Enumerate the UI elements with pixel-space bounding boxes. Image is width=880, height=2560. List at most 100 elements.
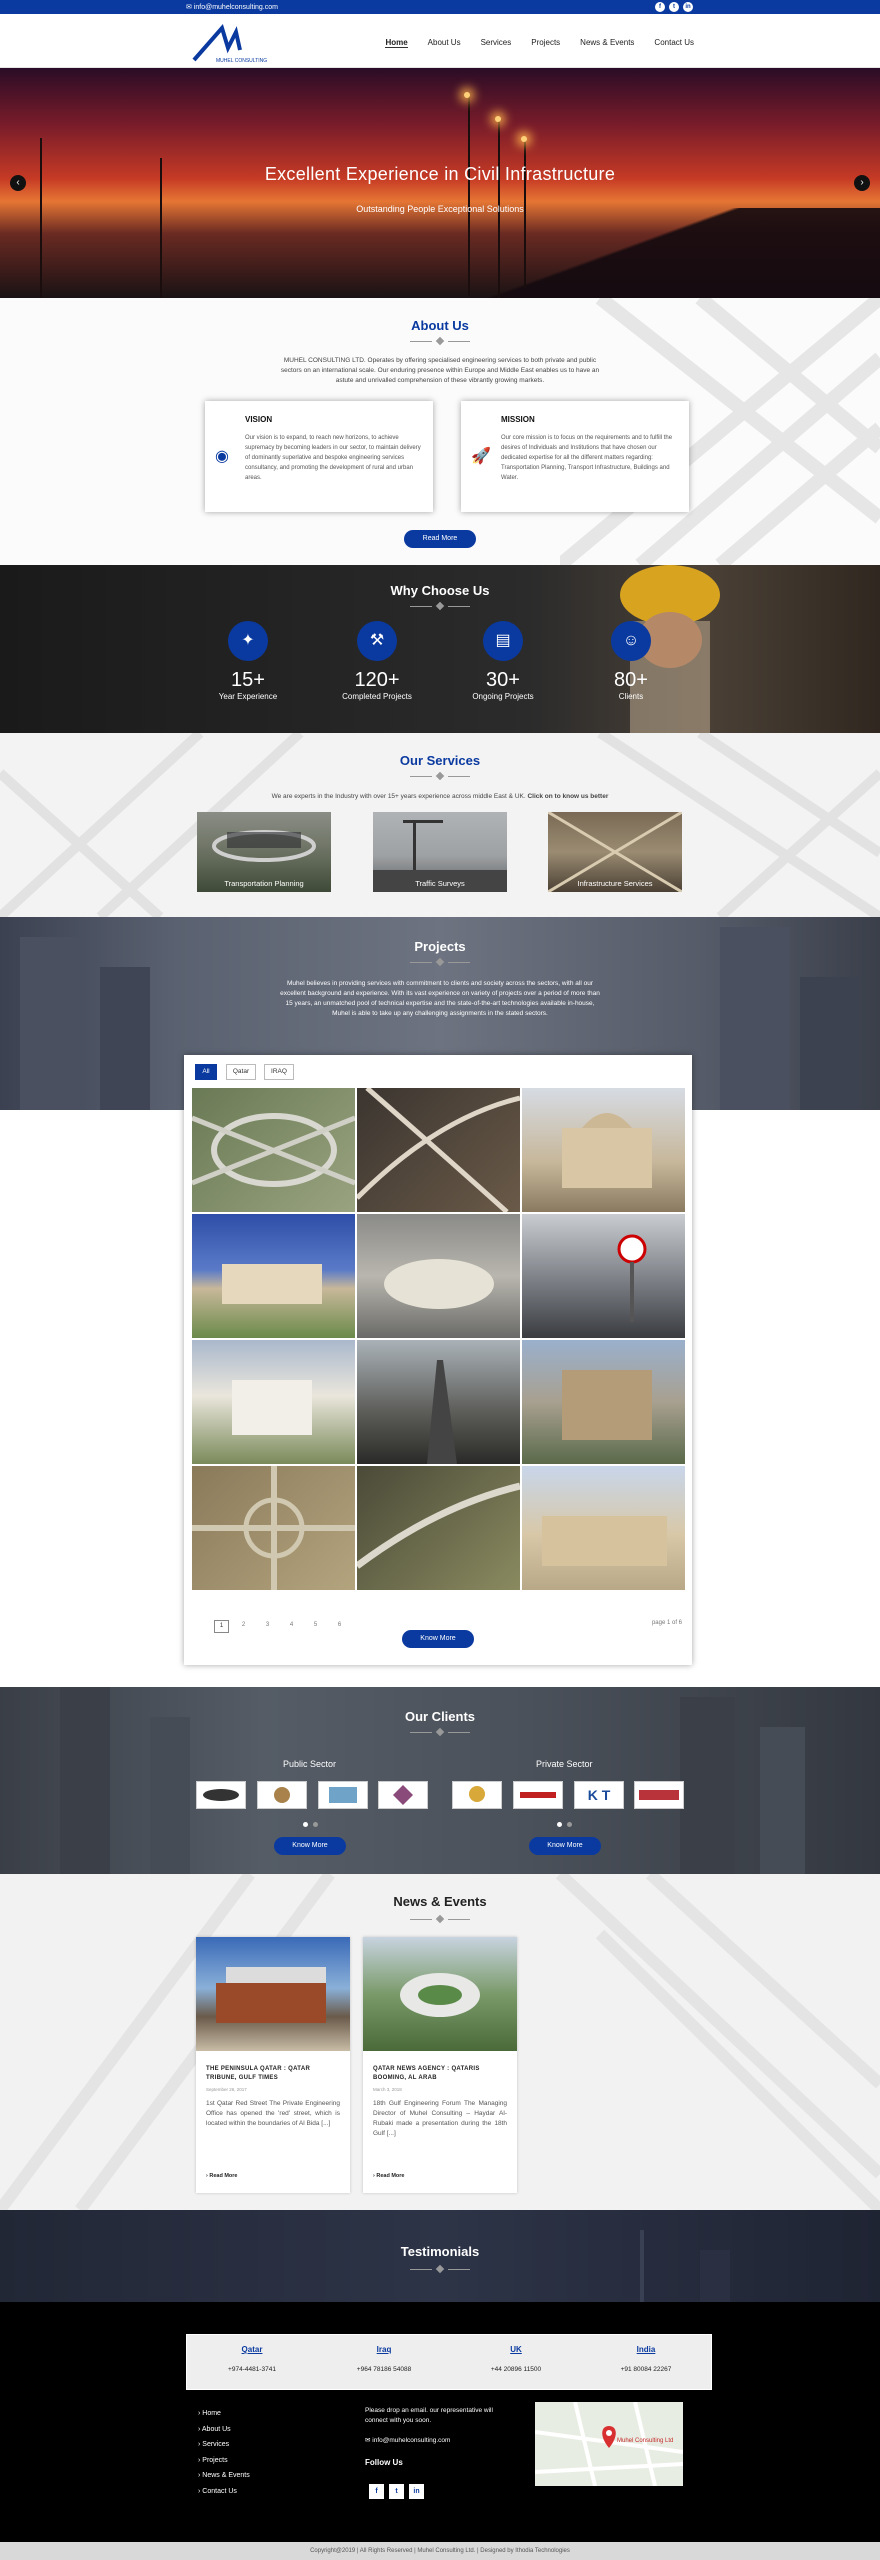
page-6[interactable]: 6 xyxy=(332,1620,347,1633)
phone-number[interactable]: +91 80084 22267 xyxy=(581,2366,711,2373)
why-choose-us-section: Why Choose Us ✦ 15+ Year Experience ⚒ 12… xyxy=(0,565,880,733)
twitter-icon[interactable]: t xyxy=(669,2,679,12)
carousel-dot[interactable] xyxy=(557,1822,562,1827)
nav-contact[interactable]: Contact Us xyxy=(654,38,694,48)
news-card[interactable]: QATAR NEWS AGENCY : QATARIS BOOMING, AL … xyxy=(363,1937,517,2193)
client-logo[interactable] xyxy=(196,1781,246,1809)
top-bar: ✉ info@muhelconsulting.com f t in xyxy=(0,0,880,14)
project-tile[interactable] xyxy=(357,1466,520,1590)
footer-email[interactable]: ✉ info@muhelconsulting.com xyxy=(365,2436,515,2446)
project-photo xyxy=(617,1234,647,1322)
slider-next-button[interactable]: › xyxy=(854,175,870,191)
project-photo xyxy=(542,1516,667,1566)
project-tile[interactable] xyxy=(357,1214,520,1338)
project-tile[interactable] xyxy=(192,1340,355,1464)
title-divider xyxy=(410,1914,470,1924)
phone-number[interactable]: +964 78186 54088 xyxy=(319,2366,449,2373)
project-tile[interactable] xyxy=(192,1088,355,1212)
project-tile[interactable] xyxy=(357,1088,520,1212)
main-nav: Home About Us Services Projects News & E… xyxy=(385,38,694,48)
twitter-icon[interactable]: t xyxy=(389,2484,404,2499)
nav-projects[interactable]: Projects xyxy=(531,38,560,48)
hero-road-image xyxy=(360,208,880,298)
carousel-dot[interactable] xyxy=(313,1822,318,1827)
facebook-icon[interactable]: f xyxy=(369,2484,384,2499)
rocket-icon: 🚀 xyxy=(471,448,491,465)
country-link[interactable]: UK xyxy=(451,2345,581,2354)
client-logo[interactable]: K T xyxy=(574,1781,624,1809)
page-4[interactable]: 4 xyxy=(284,1620,299,1633)
client-logo[interactable] xyxy=(634,1781,684,1809)
hero-title: Excellent Experience in Civil Infrastruc… xyxy=(264,164,616,184)
project-tile[interactable] xyxy=(192,1466,355,1590)
nav-services[interactable]: Services xyxy=(481,38,512,48)
filter-all[interactable]: All xyxy=(195,1064,217,1080)
carousel-dot[interactable] xyxy=(303,1822,308,1827)
project-tile[interactable] xyxy=(522,1340,685,1464)
service-traffic-surveys[interactable]: Traffic Surveys xyxy=(373,812,507,892)
stat-label: Completed Projects xyxy=(342,692,412,701)
public-sector-label: Public Sector xyxy=(283,1759,337,1769)
phone-number[interactable]: +974-4481-3741 xyxy=(187,2366,317,2373)
footer-link-projects[interactable]: › Projects xyxy=(198,2453,250,2469)
testimonials-title: Testimonials xyxy=(400,2244,480,2259)
clients-section: Our Clients Public Sector Private Sector… xyxy=(0,1687,880,1874)
topbar-email[interactable]: ✉ info@muhelconsulting.com xyxy=(186,3,278,11)
private-know-more-button[interactable]: Know More xyxy=(529,1837,601,1855)
news-read-more-link[interactable]: › Read More xyxy=(373,2173,405,2179)
project-tile[interactable] xyxy=(522,1466,685,1590)
country-link[interactable]: India xyxy=(581,2345,711,2354)
slider-prev-button[interactable]: ‹ xyxy=(10,175,26,191)
news-photo xyxy=(216,1967,326,2023)
company-logo[interactable]: MUHEL CONSULTING LTD xyxy=(192,20,278,64)
read-more-button[interactable]: Read More xyxy=(404,530,476,548)
footer-link-contact[interactable]: › Contact Us xyxy=(198,2484,250,2500)
client-logo-image xyxy=(274,1787,290,1803)
experience-icon: ✦ xyxy=(228,621,268,661)
filter-iraq[interactable]: IRAQ xyxy=(264,1064,294,1080)
facebook-icon[interactable]: f xyxy=(655,2,665,12)
project-photo xyxy=(384,1259,494,1309)
stat-value: 15+ xyxy=(231,669,265,691)
project-photo xyxy=(192,1113,355,1187)
page-1[interactable]: 1 xyxy=(214,1620,229,1633)
project-tile[interactable] xyxy=(357,1340,520,1464)
client-logo[interactable] xyxy=(257,1781,307,1809)
project-tile[interactable] xyxy=(522,1214,685,1338)
country-link[interactable]: Iraq xyxy=(319,2345,449,2354)
nav-home[interactable]: Home xyxy=(385,38,408,48)
country-link[interactable]: Qatar xyxy=(187,2345,317,2354)
news-headline[interactable]: QATAR NEWS AGENCY : QATARIS BOOMING, AL … xyxy=(373,2065,507,2083)
footer-link-news[interactable]: › News & Events xyxy=(198,2468,250,2484)
services-section: Our Services We are experts in the Indus… xyxy=(0,733,880,917)
news-read-more-link[interactable]: › Read More xyxy=(206,2173,238,2179)
nav-about[interactable]: About Us xyxy=(428,38,461,48)
client-logo[interactable] xyxy=(378,1781,428,1809)
client-logo[interactable] xyxy=(318,1781,368,1809)
footer-link-about[interactable]: › About Us xyxy=(198,2422,250,2438)
public-know-more-button[interactable]: Know More xyxy=(274,1837,346,1855)
page-5[interactable]: 5 xyxy=(308,1620,323,1633)
service-transportation-planning[interactable]: Transportation Planning xyxy=(197,812,331,892)
page-2[interactable]: 2 xyxy=(236,1620,251,1633)
project-tile[interactable] xyxy=(522,1088,685,1212)
project-tile[interactable] xyxy=(192,1214,355,1338)
service-infrastructure[interactable]: Infrastructure Services xyxy=(548,812,682,892)
location-map[interactable]: Muhel Consulting Ltd xyxy=(535,2402,683,2486)
footer-link-services[interactable]: › Services xyxy=(198,2437,250,2453)
footer-link-home[interactable]: › Home xyxy=(198,2406,250,2422)
news-headline[interactable]: THE PENINSULA QATAR : QATAR TRIBUNE, GUL… xyxy=(206,2065,340,2083)
phone-number[interactable]: +44 20896 11500 xyxy=(451,2366,581,2373)
know-us-link[interactable]: Click on to know us better xyxy=(527,793,608,800)
linkedin-icon[interactable]: in xyxy=(683,2,693,12)
news-card[interactable]: THE PENINSULA QATAR : QATAR TRIBUNE, GUL… xyxy=(196,1937,350,2193)
carousel-dot[interactable] xyxy=(567,1822,572,1827)
projects-know-more-button[interactable]: Know More xyxy=(402,1630,474,1648)
nav-news[interactable]: News & Events xyxy=(580,38,634,48)
page-3[interactable]: 3 xyxy=(260,1620,275,1633)
client-logo[interactable] xyxy=(452,1781,502,1809)
email-prompt: Please drop an email. our representative… xyxy=(365,2407,493,2424)
filter-qatar[interactable]: Qatar xyxy=(226,1064,256,1080)
client-logo[interactable] xyxy=(513,1781,563,1809)
linkedin-icon[interactable]: in xyxy=(409,2484,424,2499)
